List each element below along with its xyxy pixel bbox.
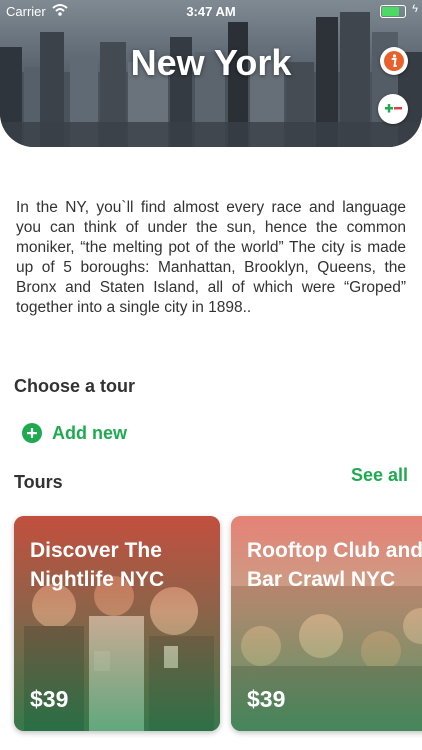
header-hero: Carrier 3:47 AM ϟ New York (0, 0, 422, 147)
tour-card[interactable]: Rooftop Club and Bar Crawl NYC $39 (231, 516, 422, 731)
tour-card-price: $39 (247, 686, 286, 712)
zoom-toggle-icon (385, 104, 402, 113)
status-bar: Carrier 3:47 AM ϟ (0, 0, 422, 22)
tour-card-price: $39 (30, 686, 69, 712)
add-circle-icon (22, 423, 42, 443)
battery-icon (380, 5, 406, 18)
tours-heading: Tours (14, 472, 63, 492)
charging-bolt-icon: ϟ (412, 3, 418, 15)
info-button[interactable] (380, 47, 408, 75)
city-description: In the NY, you`ll find almost every race… (16, 199, 406, 316)
zoom-toggle-button[interactable] (378, 94, 408, 124)
add-new-button[interactable]: Add new (22, 421, 127, 445)
tour-card-title: Discover The Nightlife NYC (30, 539, 165, 591)
choose-tour-heading: Choose a tour (14, 376, 136, 396)
info-icon (384, 51, 404, 71)
add-new-label: Add new (52, 422, 127, 443)
see-all-link[interactable]: See all (351, 465, 408, 486)
status-time: 3:47 AM (186, 4, 236, 19)
tour-card[interactable]: Discover The Nightlife NYC $39 (14, 516, 220, 731)
tour-card-title: Rooftop Club and Bar Crawl NYC (247, 539, 422, 591)
page-title: New York (130, 42, 292, 83)
